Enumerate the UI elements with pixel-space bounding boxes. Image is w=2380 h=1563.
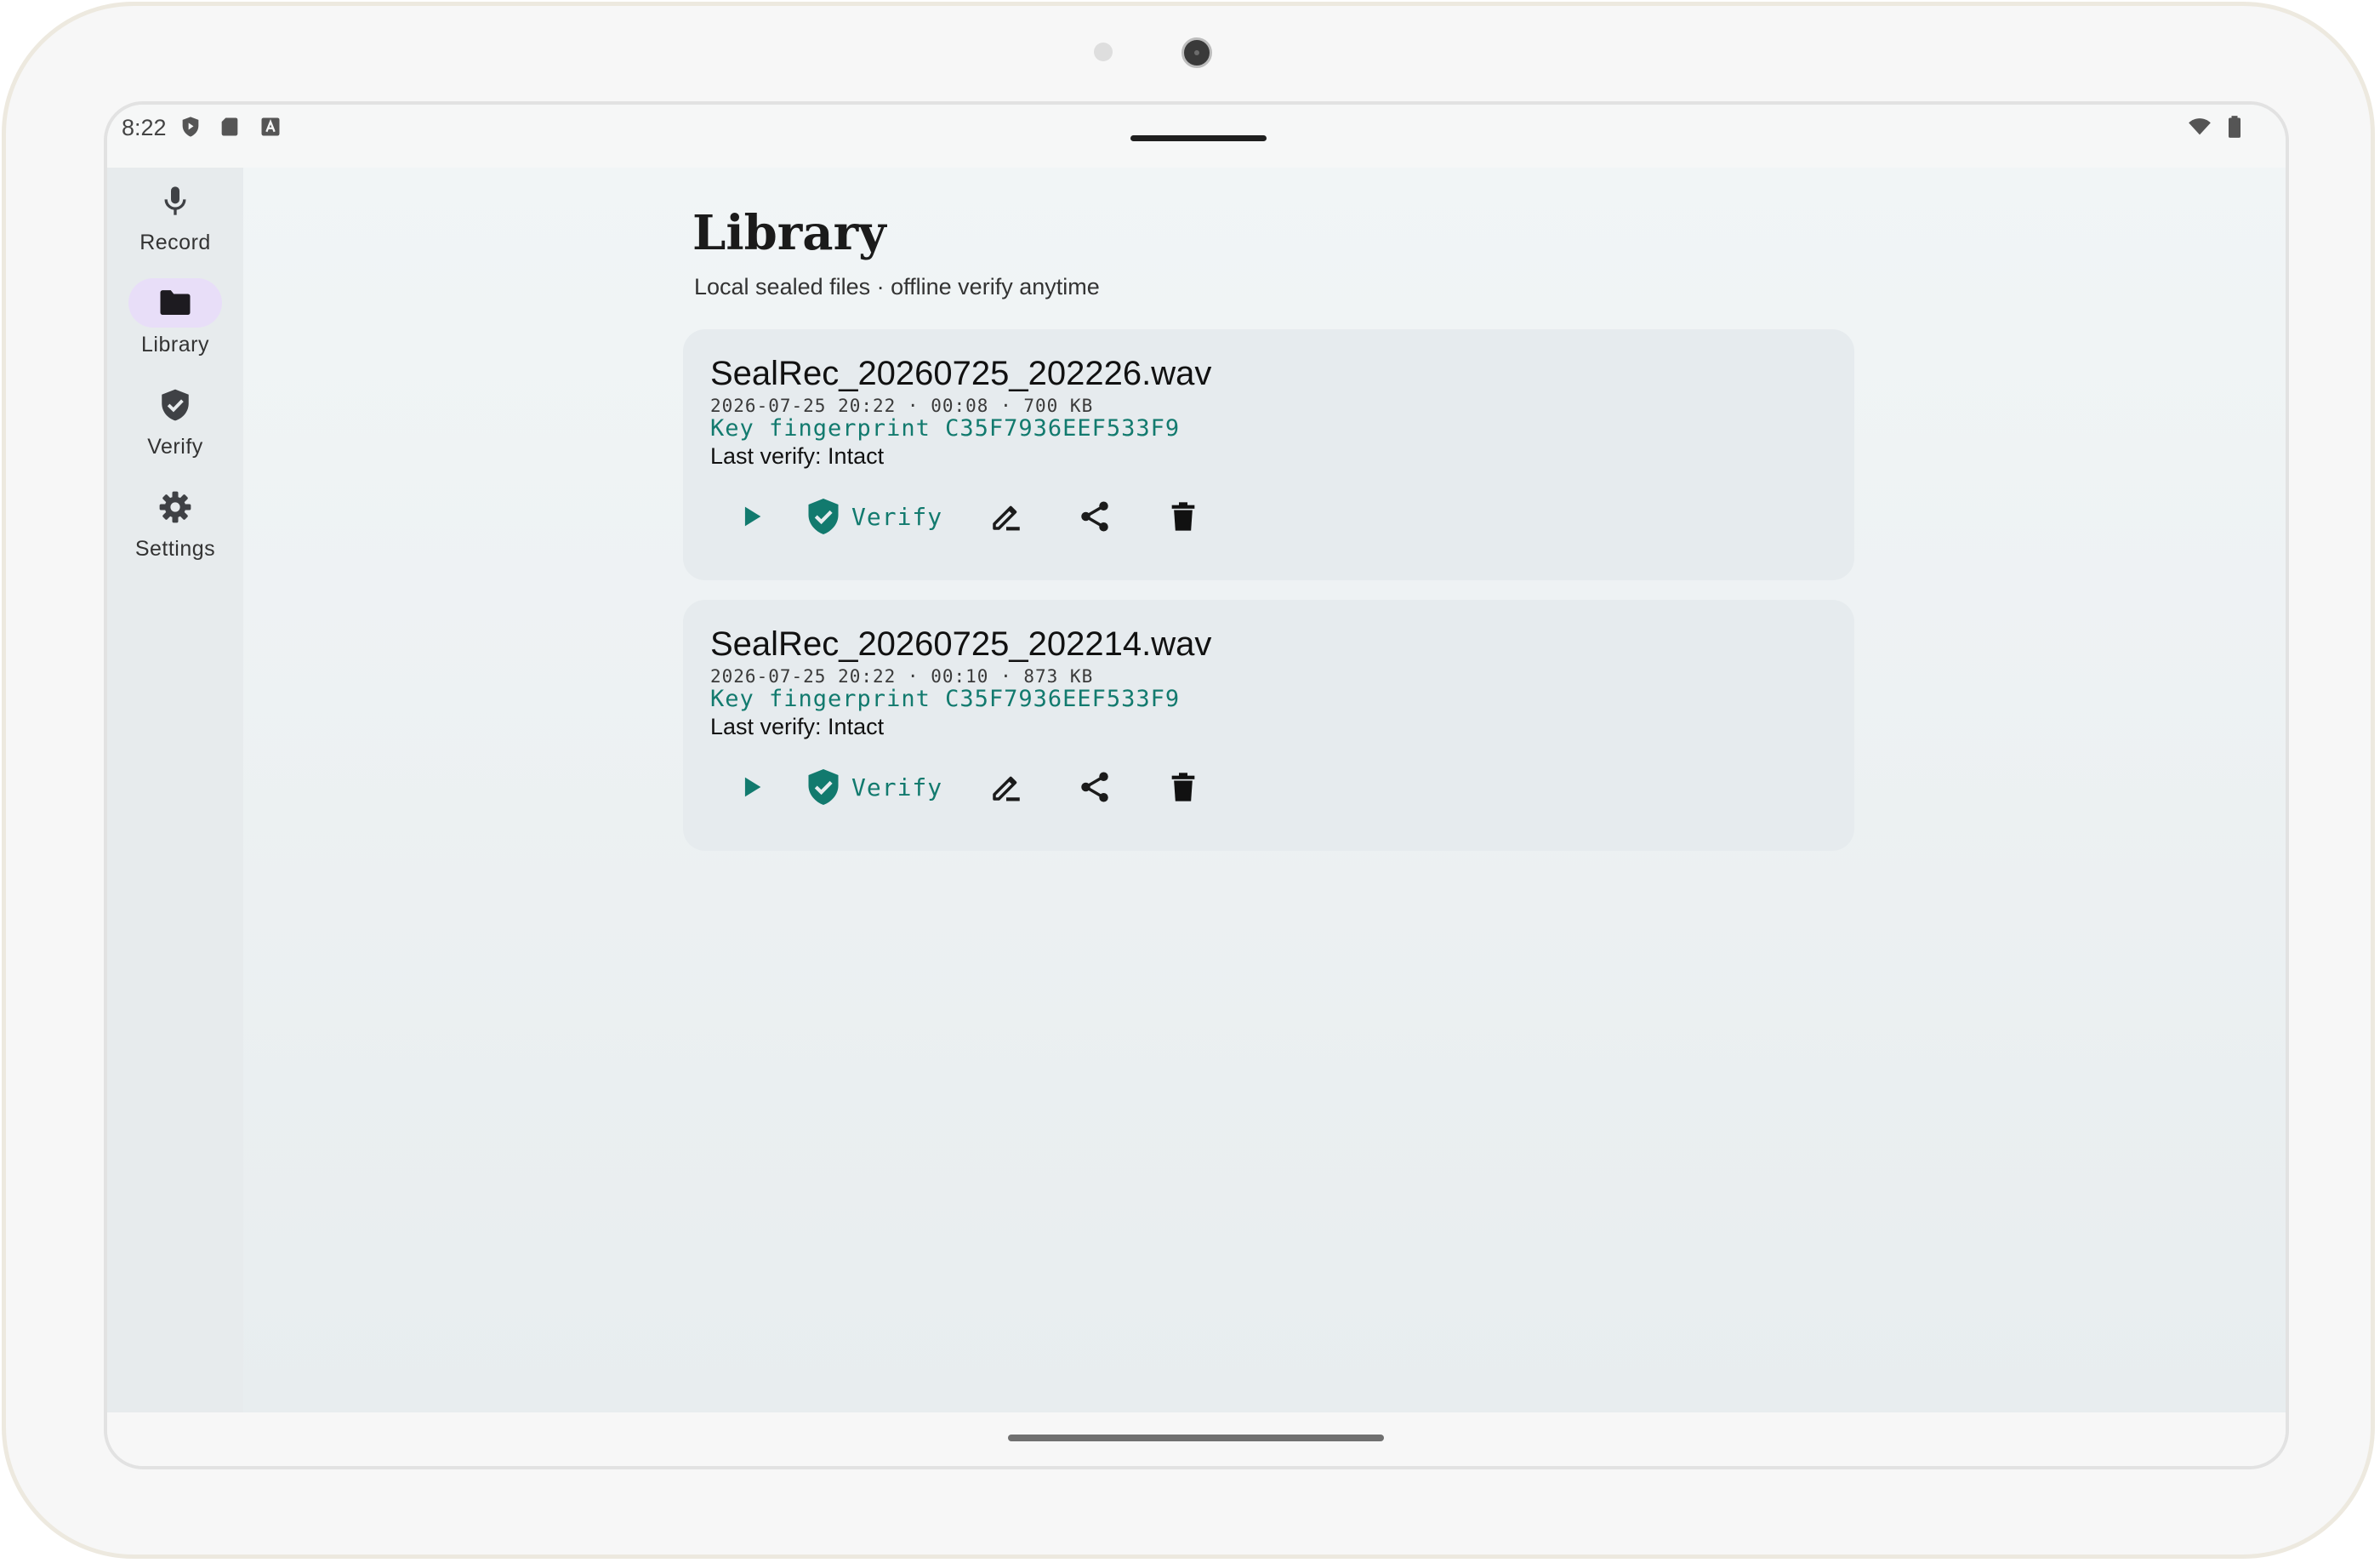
share-button[interactable] [1069,491,1120,542]
home-gesture-handle[interactable] [1008,1435,1384,1441]
font-icon [261,117,280,136]
last-verify-status: Last verify: Intact [710,443,885,469]
recording-filename: SealRec_20260725_202226.wav [710,355,1212,392]
shield-check-icon [808,499,839,534]
edit-icon [993,505,1020,531]
delete-button[interactable] [1158,491,1209,542]
play-button[interactable] [726,491,777,542]
last-verify-status: Last verify: Intact [710,714,885,739]
delete-button[interactable] [1158,762,1209,813]
share-icon [1081,772,1108,802]
page-subtitle: Local sealed files · offline verify anyt… [694,274,1100,299]
top-drag-handle[interactable] [1130,135,1267,141]
status-time: 8:22 [122,115,167,140]
sd-card-icon [221,117,238,136]
play-protect-icon [182,117,199,137]
verify-label: Verify [851,773,943,801]
trash-icon [1171,502,1195,531]
recording-card[interactable]: SealRec_20260725_202226.wav 2026-07-25 2… [683,329,1854,580]
share-icon [1081,501,1108,532]
app-area: Record Library Verify Settings Library L… [107,168,2286,1412]
status-bar: 8:22 [107,105,2286,168]
play-button[interactable] [726,762,777,813]
key-fingerprint: Key fingerprint C35F7936EEF533F9 [710,415,1181,442]
play-icon [744,777,761,797]
light-sensor [1094,43,1113,61]
rename-button[interactable] [981,491,1032,542]
wifi-icon [2189,118,2211,135]
verify-button[interactable]: Verify [806,762,959,813]
play-icon [744,506,761,527]
recording-meta: 2026-07-25 20:22 · 00:10 · 873 KB [710,666,1094,687]
recording-card[interactable]: SealRec_20260725_202214.wav 2026-07-25 2… [683,600,1854,851]
rename-button[interactable] [981,762,1032,813]
share-button[interactable] [1069,762,1120,813]
page-title: Library [692,205,886,261]
trash-icon [1171,773,1195,801]
recording-meta: 2026-07-25 20:22 · 00:08 · 700 KB [710,396,1094,416]
battery-icon [2229,116,2241,138]
key-fingerprint: Key fingerprint C35F7936EEF533F9 [710,686,1181,712]
front-camera [1181,37,1212,68]
screen: 8:22 Record Library Verify Settings Libr… [104,101,2289,1469]
recording-filename: SealRec_20260725_202214.wav [710,625,1212,663]
edit-icon [993,776,1020,801]
tablet-frame: 8:22 Record Library Verify Settings Libr… [2,2,2375,1559]
verify-label: Verify [851,502,943,531]
shield-check-icon [808,769,839,805]
verify-button[interactable]: Verify [806,491,959,542]
library-content: Library Local sealed files · offline ver… [107,168,2286,1412]
